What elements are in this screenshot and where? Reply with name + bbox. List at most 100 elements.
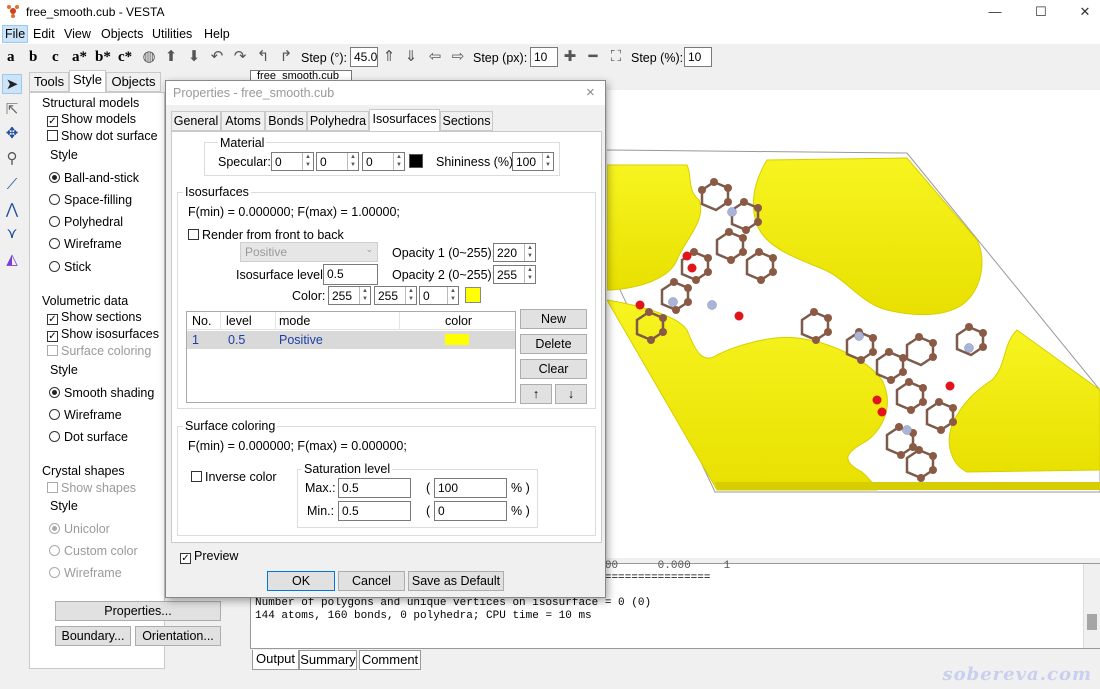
select-dashed-icon[interactable]: ⇱ bbox=[2, 100, 22, 120]
select-arrow-icon[interactable]: ➤ bbox=[2, 74, 22, 94]
view-along-a-star-button[interactable]: a* bbox=[72, 49, 87, 66]
structure-viewport[interactable] bbox=[605, 90, 1100, 558]
checkbox-inverse-color[interactable] bbox=[191, 471, 202, 482]
smooth-shading-radio[interactable]: Smooth shading bbox=[49, 386, 154, 400]
dtab-polyhedra[interactable]: Polyhedra bbox=[307, 111, 369, 131]
checkbox-show-isosurfaces[interactable]: ✓ bbox=[47, 331, 58, 342]
boundary-button[interactable]: Boundary... bbox=[55, 626, 131, 646]
sat-max-input[interactable]: 0.5 bbox=[338, 478, 411, 498]
distance-icon[interactable]: ⟋ bbox=[2, 175, 22, 195]
checkbox-show-shapes[interactable] bbox=[47, 482, 58, 493]
turn-right-icon[interactable]: ↱ bbox=[277, 48, 295, 66]
mode-select[interactable]: Positive ⌄ bbox=[240, 242, 378, 262]
style-ball-and-stick-radio[interactable]: Ball-and-stick bbox=[49, 171, 139, 185]
radio-custom-color[interactable] bbox=[49, 545, 60, 556]
output-scroll-thumb[interactable] bbox=[1087, 614, 1097, 630]
properties-button[interactable]: Properties... bbox=[55, 601, 221, 621]
dtab-sections[interactable]: Sections bbox=[440, 111, 493, 131]
menu-view[interactable]: View bbox=[64, 27, 91, 41]
menu-file[interactable]: File bbox=[2, 25, 29, 43]
specular-b-spinner[interactable]: 0 ▲ ▼ bbox=[362, 152, 405, 171]
radio-space-filling[interactable] bbox=[49, 194, 60, 205]
radio-polyhedral[interactable] bbox=[49, 216, 60, 227]
rotate-left-icon[interactable]: ↶ bbox=[208, 48, 226, 66]
crystal-wireframe-radio[interactable]: Wireframe bbox=[49, 566, 122, 580]
checkbox-surface-coloring[interactable] bbox=[47, 345, 58, 356]
checkbox-render-front-back[interactable] bbox=[188, 229, 199, 240]
radio-vol-wireframe[interactable] bbox=[49, 409, 60, 420]
maximize-button[interactable]: ☐ bbox=[1018, 0, 1064, 24]
opacity1-spinner[interactable]: 220 ▲ ▼ bbox=[493, 243, 536, 262]
specular-g-spinner[interactable]: 0 ▲ ▼ bbox=[316, 152, 359, 171]
move-up-button[interactable]: ↑ bbox=[520, 384, 552, 404]
preview-checkbox[interactable]: ✓ Preview bbox=[180, 549, 238, 564]
view-along-b-star-button[interactable]: b* bbox=[95, 49, 111, 66]
step-pct-input[interactable]: 10 bbox=[684, 47, 712, 67]
radio-wireframe[interactable] bbox=[49, 238, 60, 249]
dtab-atoms[interactable]: Atoms bbox=[221, 111, 265, 131]
globe-icon[interactable]: ◍ bbox=[140, 48, 158, 66]
iso-color-swatch[interactable] bbox=[465, 287, 481, 303]
checkbox-show-sections[interactable]: ✓ bbox=[47, 314, 58, 325]
style-wireframe-radio[interactable]: Wireframe bbox=[49, 237, 122, 251]
angle-icon[interactable]: ⋀ bbox=[2, 200, 22, 220]
orientation-button[interactable]: Orientation... bbox=[135, 626, 221, 646]
tab-style[interactable]: Style bbox=[69, 70, 106, 92]
menu-utilities[interactable]: Utilities bbox=[152, 27, 192, 41]
opacity2-spinner[interactable]: 255 ▲ ▼ bbox=[493, 265, 536, 284]
view-along-c-button[interactable]: c bbox=[52, 49, 59, 66]
radio-smooth-shading[interactable] bbox=[49, 387, 60, 398]
checkbox-show-dot-surface[interactable] bbox=[47, 130, 58, 141]
tab-tools[interactable]: Tools bbox=[29, 72, 69, 92]
radio-crystal-wireframe[interactable] bbox=[49, 567, 60, 578]
style-polyhedral-radio[interactable]: Polyhedral bbox=[49, 215, 123, 229]
checkbox-show-models[interactable]: ✓ bbox=[47, 116, 58, 127]
tab-objects[interactable]: Objects bbox=[106, 72, 161, 92]
cancel-button[interactable]: Cancel bbox=[338, 571, 405, 591]
view-along-c-star-button[interactable]: c* bbox=[118, 49, 132, 66]
rotate-right-icon[interactable]: ↷ bbox=[231, 48, 249, 66]
dialog-close-button[interactable]: × bbox=[586, 84, 595, 101]
shininess-spinner[interactable]: 100 ▲ ▼ bbox=[512, 152, 554, 171]
radio-unicolor[interactable] bbox=[49, 523, 60, 534]
style-space-filling-radio[interactable]: Space-filling bbox=[49, 193, 132, 207]
sat-max-percent-input[interactable]: 100 bbox=[434, 478, 507, 498]
fit-to-screen-icon[interactable]: ⛶ bbox=[607, 48, 625, 66]
tab-output[interactable]: Output bbox=[252, 650, 299, 670]
sat-min-percent-input[interactable]: 0 bbox=[434, 501, 507, 521]
step-px-input[interactable]: 10 bbox=[530, 47, 558, 67]
inverse-color-checkbox[interactable]: Inverse color bbox=[191, 470, 277, 484]
delete-button[interactable]: Delete bbox=[520, 334, 587, 354]
plane-icon[interactable]: ◭ bbox=[2, 250, 22, 270]
radio-stick[interactable] bbox=[49, 261, 60, 272]
dot-surface-radio[interactable]: Dot surface bbox=[49, 430, 128, 444]
save-as-default-button[interactable]: Save as Default bbox=[408, 571, 504, 591]
style-stick-radio[interactable]: Stick bbox=[49, 260, 91, 274]
render-front-to-back-checkbox[interactable]: Render from front to back bbox=[188, 228, 344, 242]
clear-button[interactable]: Clear bbox=[520, 359, 587, 379]
checkbox-preview[interactable]: ✓ bbox=[180, 553, 191, 564]
show-dot-surface-checkbox[interactable]: Show dot surface bbox=[47, 129, 158, 143]
radio-dot-surface[interactable] bbox=[49, 431, 60, 442]
dtab-general[interactable]: General bbox=[171, 111, 221, 131]
show-sections-checkbox[interactable]: ✓ Show sections bbox=[47, 310, 142, 325]
ok-button[interactable]: OK bbox=[267, 571, 335, 591]
step-down-icon[interactable]: ⇓ bbox=[402, 48, 420, 66]
dtab-isosurfaces[interactable]: Isosurfaces bbox=[369, 109, 440, 132]
custom-color-radio[interactable]: Custom color bbox=[49, 544, 138, 558]
pan-left-icon[interactable]: ⇦ bbox=[426, 48, 444, 66]
color-g-spinner[interactable]: 255 ▲ ▼ bbox=[374, 286, 417, 305]
turn-left-icon[interactable]: ↰ bbox=[254, 48, 272, 66]
view-along-a-button[interactable]: a bbox=[7, 49, 15, 66]
dtab-bonds[interactable]: Bonds bbox=[265, 111, 307, 131]
output-scrollbar[interactable] bbox=[1083, 564, 1100, 648]
color-r-spinner[interactable]: 255 ▲ ▼ bbox=[328, 286, 371, 305]
view-along-b-button[interactable]: b bbox=[29, 49, 37, 66]
arrow-up-icon[interactable]: ⬆ bbox=[162, 48, 180, 66]
show-isosurfaces-checkbox[interactable]: ✓ Show isosurfaces bbox=[47, 327, 159, 342]
step-up-icon[interactable]: ⇑ bbox=[380, 48, 398, 66]
zoom-in-icon[interactable]: ✚ bbox=[561, 48, 579, 66]
iso-level-input[interactable]: 0.5 bbox=[323, 264, 378, 285]
translate-icon[interactable]: ✥ bbox=[2, 124, 22, 144]
menu-objects[interactable]: Objects bbox=[101, 27, 143, 41]
